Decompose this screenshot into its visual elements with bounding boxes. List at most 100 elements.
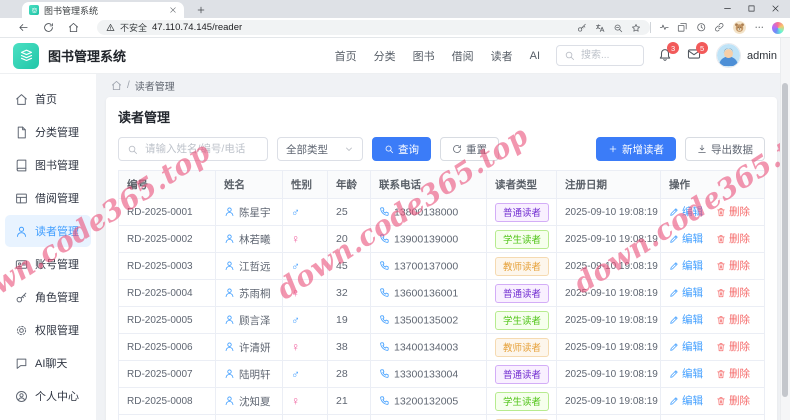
link-icon[interactable]: [714, 22, 725, 33]
column-header: 年龄: [327, 170, 371, 199]
minimize-icon[interactable]: [723, 4, 732, 13]
zoom-icon[interactable]: [613, 23, 623, 33]
table-row: RD-2025-0001 陈星宇 ♂ 25 13800138000 普通读者 2025-09…: [118, 198, 765, 226]
delete-button[interactable]: 删除: [716, 366, 750, 381]
edit-button[interactable]: 编辑: [669, 231, 703, 246]
app-title: 图书管理系统: [48, 49, 127, 64]
nav-item-borrow[interactable]: 借阅: [452, 48, 474, 64]
new-tab-button[interactable]: [196, 5, 206, 15]
table-row: RD-2025-0003 江哲远 ♂ 45 13700137000 教师读者 2025-09…: [118, 252, 765, 280]
reset-button[interactable]: 重置: [440, 137, 499, 161]
search-icon: [127, 144, 138, 155]
browser-tab[interactable]: 图书管理系统: [22, 2, 184, 18]
delete-button[interactable]: 删除: [716, 285, 750, 300]
edit-button[interactable]: 编辑: [669, 285, 703, 300]
male-icon: ♂: [291, 313, 300, 327]
column-header: 操作: [660, 170, 765, 199]
nav-item-home[interactable]: 首页: [335, 48, 357, 64]
translate-icon[interactable]: [595, 23, 605, 33]
edit-button[interactable]: 编辑: [669, 312, 703, 327]
back-icon[interactable]: [18, 22, 29, 33]
breadcrumb-home-icon[interactable]: [111, 80, 122, 91]
address-bar[interactable]: 不安全 47.110.74.145/reader: [97, 20, 650, 35]
gender-cell: ♀: [282, 225, 328, 253]
sidebar-item-home[interactable]: 首页: [5, 83, 91, 115]
reader-type-badge: 普通读者: [495, 364, 550, 384]
edit-button[interactable]: 编辑: [669, 204, 703, 219]
refresh-icon[interactable]: [43, 22, 54, 33]
sidebar-item-book[interactable]: 图书管理: [5, 149, 91, 181]
tab-close-icon[interactable]: [169, 6, 177, 14]
age-cell: 28: [327, 360, 371, 388]
phone-icon: [379, 314, 390, 325]
nav-item-ai[interactable]: AI: [530, 50, 540, 62]
user-avatar[interactable]: [716, 43, 742, 68]
query-button[interactable]: 查询: [372, 137, 431, 161]
sidebar-item-category[interactable]: 分类管理: [5, 116, 91, 148]
reader-type-select[interactable]: 全部类型: [277, 137, 363, 161]
security-label[interactable]: 不安全: [120, 21, 147, 34]
nav-item-books[interactable]: 图书: [413, 48, 435, 64]
app-header: 图书管理系统 首页 分类 图书 借阅 读者 AI 3 5 admin: [0, 38, 790, 74]
register-date-cell: 2025-09-10 19:08:19: [556, 198, 661, 226]
close-icon[interactable]: [771, 4, 780, 13]
edit-button[interactable]: 编辑: [669, 339, 703, 354]
reader-id-cell: RD-2025-0001: [118, 198, 216, 226]
edit-icon: [669, 315, 679, 325]
female-icon: ♀: [291, 286, 300, 300]
sidebar-item-profile[interactable]: 个人中心: [5, 380, 91, 412]
key-icon[interactable]: [577, 23, 587, 33]
copilot-icon[interactable]: [772, 21, 784, 34]
delete-button[interactable]: 删除: [716, 312, 750, 327]
browser-actions: [649, 18, 784, 37]
profile-avatar[interactable]: [732, 21, 746, 34]
delete-icon: [716, 315, 726, 325]
actions-cell: 编辑 删除: [660, 387, 765, 415]
reader-type-cell: 学生读者: [486, 387, 557, 415]
user-menu[interactable]: admin: [716, 43, 777, 68]
scrollbar-thumb[interactable]: [782, 83, 788, 397]
reader-search-input[interactable]: [143, 142, 259, 156]
delete-button[interactable]: 删除: [716, 393, 750, 408]
sidebar-item-account[interactable]: 账号管理: [5, 248, 91, 280]
nav-item-category[interactable]: 分类: [374, 48, 396, 64]
reader-name-cell: 林若曦: [215, 225, 283, 253]
notifications-button[interactable]: 3: [658, 42, 680, 64]
reset-button-label: 重置: [466, 143, 487, 156]
edit-button[interactable]: 编辑: [669, 366, 703, 381]
reader-type-badge: 普通读者: [495, 283, 550, 303]
sidebar-item-role[interactable]: 角色管理: [5, 281, 91, 313]
messages-button[interactable]: 5: [687, 42, 709, 64]
scrollbar-track[interactable]: [780, 38, 790, 420]
edit-icon: [669, 261, 679, 271]
nav-item-readers[interactable]: 读者: [491, 48, 513, 64]
url-text[interactable]: 47.110.74.145/reader: [152, 22, 242, 33]
book-icon: [15, 159, 28, 172]
sidebar-item-borrow[interactable]: 借阅管理: [5, 182, 91, 214]
bookmark-star-icon[interactable]: [631, 23, 641, 33]
sidebar-item-label: AI聊天: [35, 358, 68, 370]
delete-icon: [716, 396, 726, 406]
sidebar-item-permission[interactable]: 权限管理: [5, 314, 91, 346]
delete-button[interactable]: 删除: [716, 339, 750, 354]
edit-button[interactable]: 编辑: [669, 393, 703, 408]
header-search[interactable]: [556, 45, 645, 66]
reader-search[interactable]: [118, 137, 268, 161]
home-icon[interactable]: [68, 22, 79, 33]
essentials-icon[interactable]: [659, 22, 670, 33]
collections-icon[interactable]: [677, 22, 688, 33]
maximize-icon[interactable]: [747, 4, 756, 13]
header-search-input[interactable]: [579, 49, 637, 62]
more-icon[interactable]: [754, 22, 765, 33]
history-icon[interactable]: [696, 22, 707, 33]
delete-button[interactable]: 删除: [716, 258, 750, 273]
download-icon: [697, 144, 707, 154]
edit-button[interactable]: 编辑: [669, 258, 703, 273]
sidebar-item-reader[interactable]: 读者管理: [5, 215, 91, 247]
reader-type-badge: 教师读者: [495, 337, 550, 357]
add-reader-button[interactable]: 新增读者: [596, 137, 676, 161]
delete-button[interactable]: 删除: [716, 204, 750, 219]
delete-button[interactable]: 删除: [716, 231, 750, 246]
export-data-button[interactable]: 导出数据: [685, 137, 765, 161]
sidebar-item-ai-chat[interactable]: AI聊天: [5, 347, 91, 379]
